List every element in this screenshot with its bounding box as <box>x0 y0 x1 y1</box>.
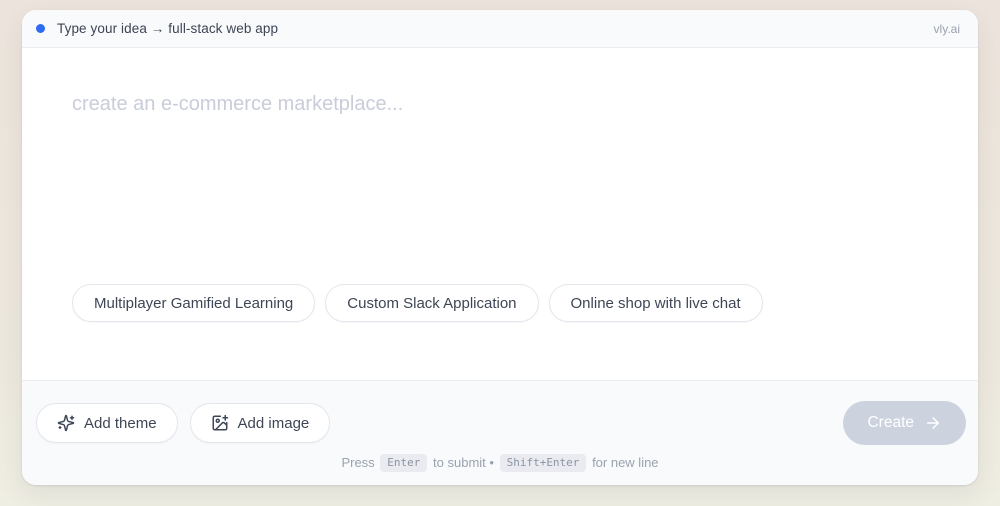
status-dot <box>36 24 45 33</box>
submit-hint: Press Enter to submit • Shift+Enter for … <box>22 454 978 472</box>
arrow-right-icon <box>924 414 942 432</box>
idea-input[interactable] <box>22 48 978 284</box>
sparkles-icon <box>57 414 75 432</box>
suggestion-pill-slack[interactable]: Custom Slack Application <box>325 284 539 322</box>
suggestion-pills: Multiplayer Gamified Learning Custom Sla… <box>22 284 978 380</box>
hint-for-new-line: for new line <box>592 455 659 470</box>
card-body: Multiplayer Gamified Learning Custom Sla… <box>22 48 978 380</box>
bottom-section: Add theme Add image Create Press Enter t… <box>22 380 978 485</box>
suggestion-pill-online-shop[interactable]: Online shop with live chat <box>548 284 763 322</box>
header-title: Type your idea → full-stack web app <box>57 21 279 36</box>
brand-label: vly.ai <box>933 21 960 36</box>
prompt-card: Type your idea → full-stack web app vly.… <box>22 10 978 485</box>
suggestion-pill-label: Custom Slack Application <box>347 294 517 312</box>
shift-enter-key-badge: Shift+Enter <box>499 454 587 472</box>
add-theme-label: Add theme <box>84 414 157 432</box>
add-image-button[interactable]: Add image <box>189 403 331 443</box>
suggestion-pill-label: Online shop with live chat <box>570 294 741 312</box>
add-theme-button[interactable]: Add theme <box>36 403 178 443</box>
add-image-label: Add image <box>237 414 310 432</box>
image-plus-icon <box>211 414 229 432</box>
hint-to-submit: to submit • <box>433 455 494 470</box>
toolbar: Add theme Add image Create <box>22 381 978 445</box>
create-label: Create <box>867 414 914 431</box>
suggestion-pill-multiplayer[interactable]: Multiplayer Gamified Learning <box>72 284 316 322</box>
enter-key-badge: Enter <box>380 454 428 472</box>
create-button[interactable]: Create <box>843 401 966 445</box>
card-header: Type your idea → full-stack web app vly.… <box>22 10 978 48</box>
hint-press: Press <box>341 455 375 470</box>
suggestion-pill-label: Multiplayer Gamified Learning <box>94 294 294 312</box>
